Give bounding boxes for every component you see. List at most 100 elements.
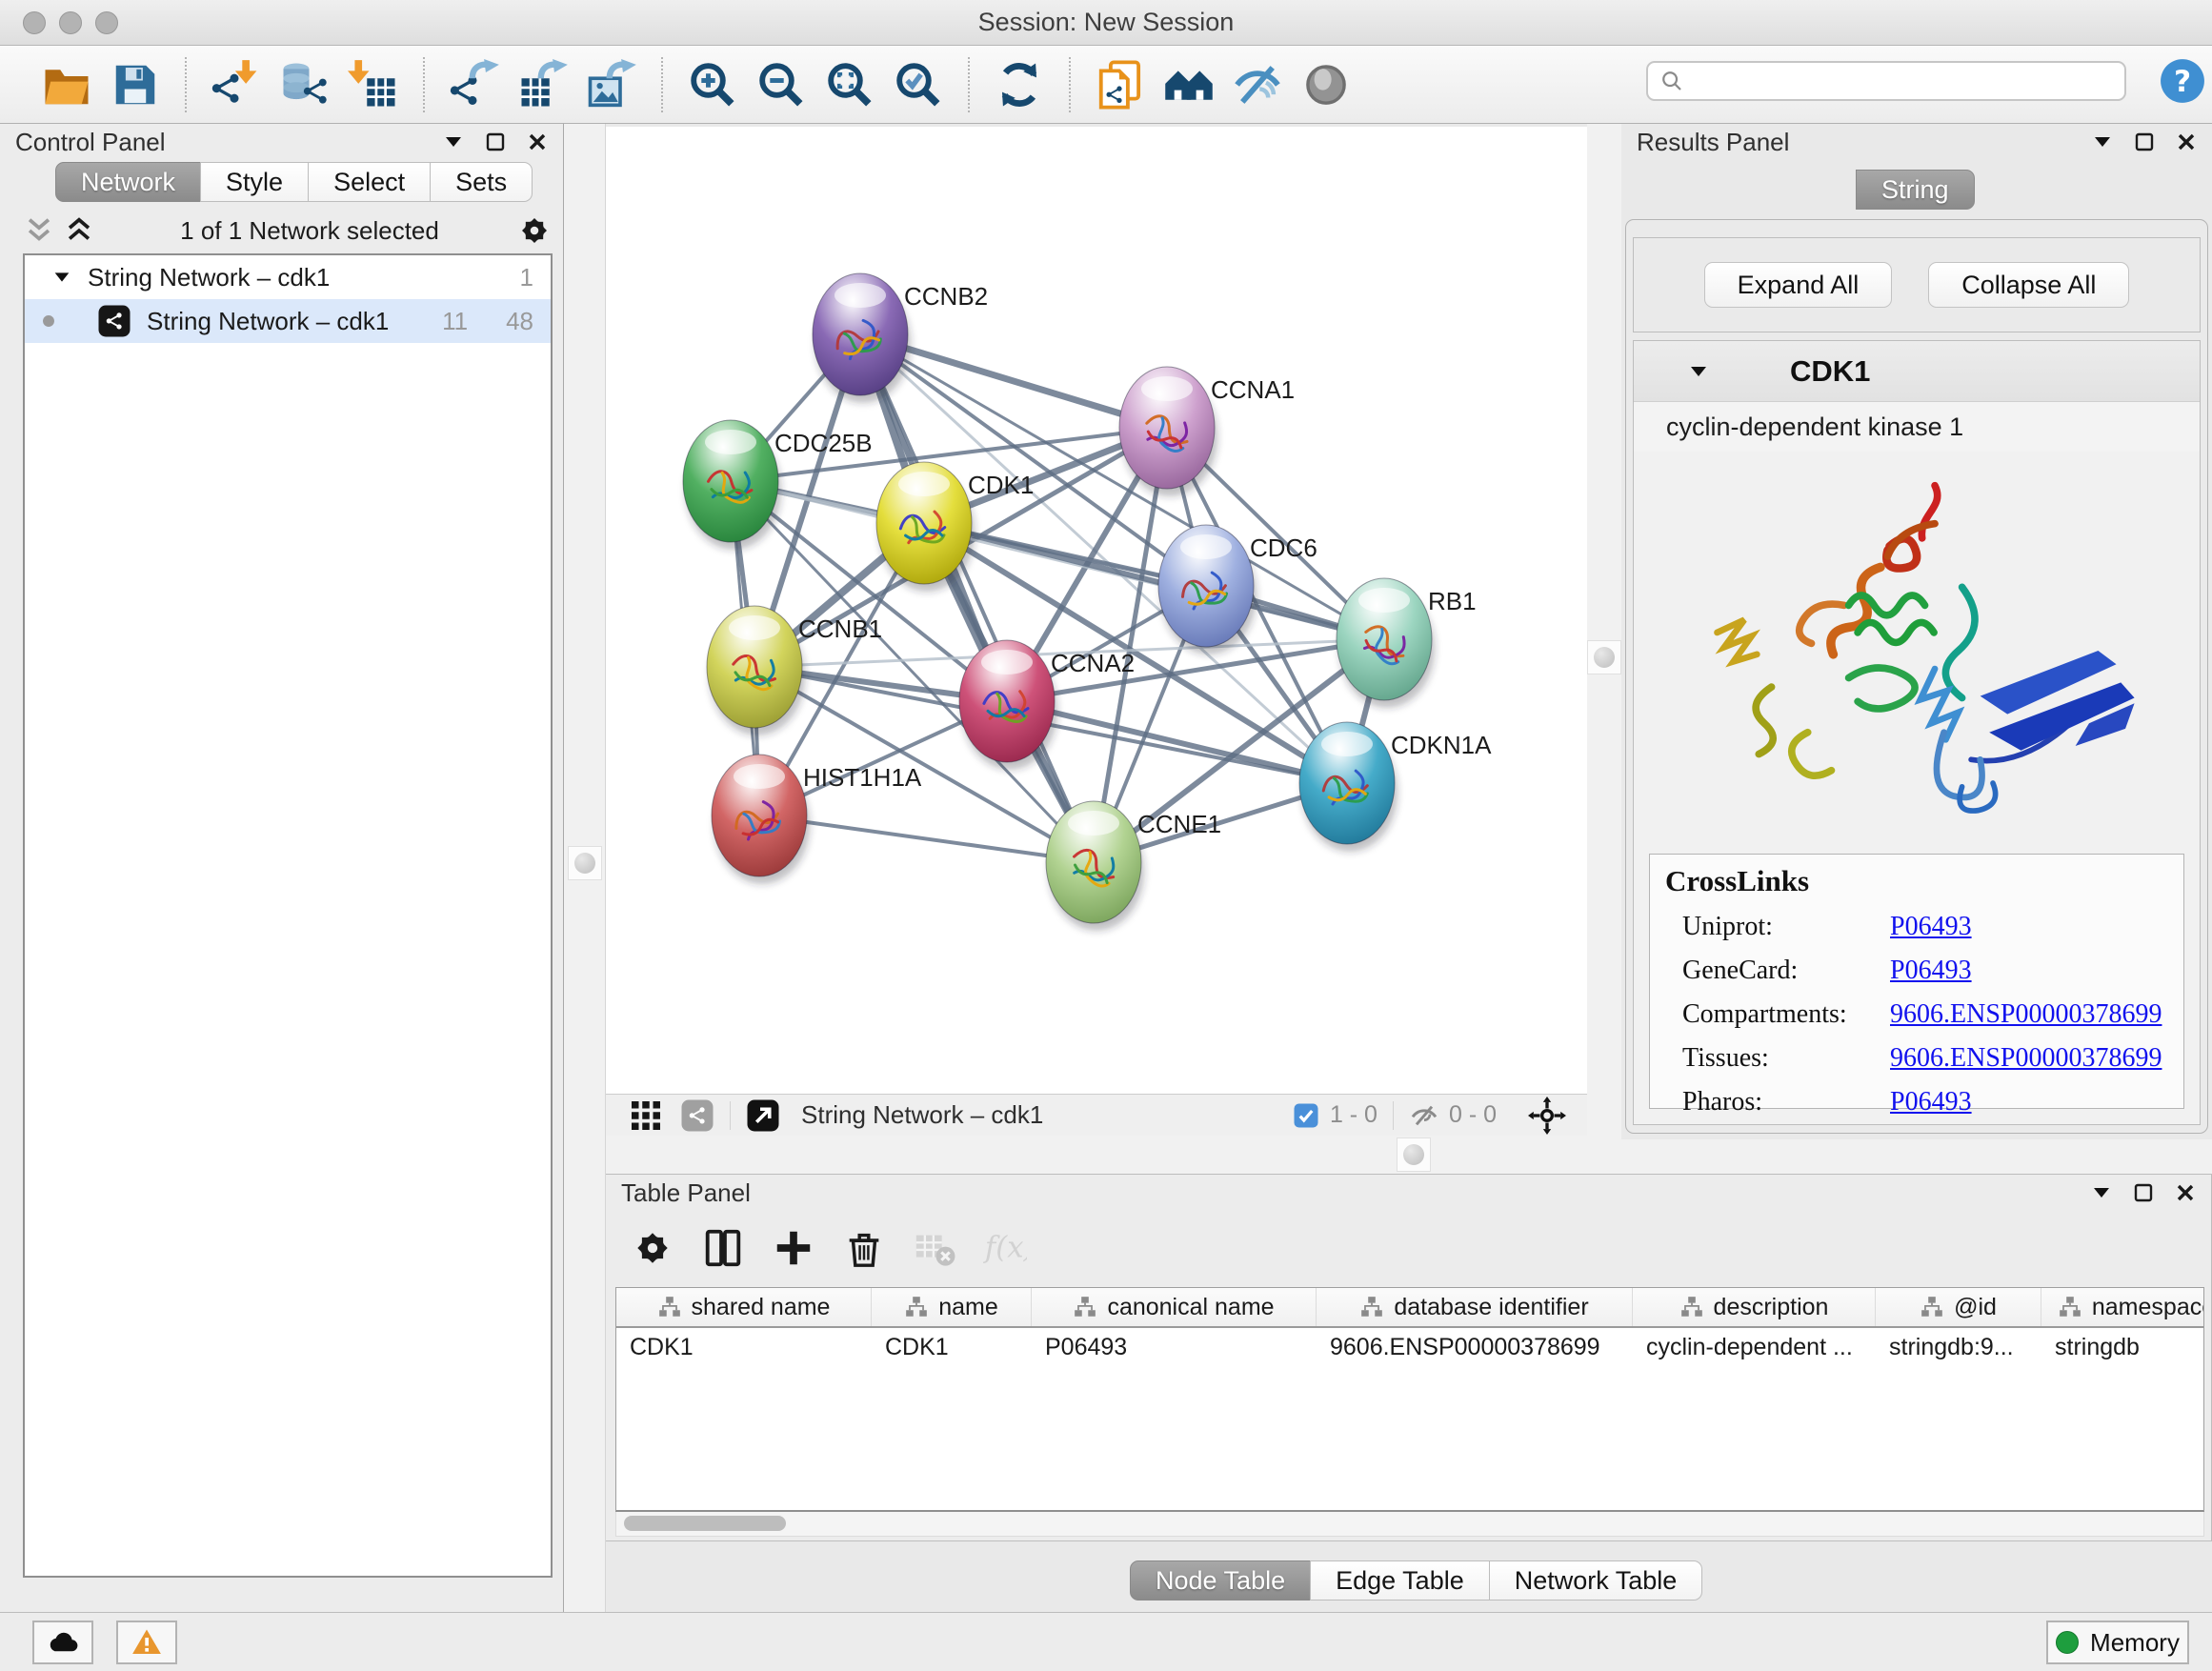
panel-close-icon[interactable] [2173, 1180, 2198, 1205]
crosslink-link[interactable]: P06493 [1890, 956, 1972, 986]
scrollbar-thumb[interactable] [624, 1516, 786, 1531]
memory-button[interactable]: Memory [2046, 1621, 2189, 1664]
crosslink-link[interactable]: 9606.ENSP00000378699 [1890, 999, 2162, 1030]
network-row-selected[interactable]: String Network – cdk1 11 48 [25, 299, 551, 343]
network-node-RB1[interactable]: RB1 [1337, 578, 1477, 708]
open-session-button[interactable] [37, 55, 96, 114]
panel-menu-icon[interactable] [441, 130, 466, 154]
panel-float-icon[interactable] [483, 130, 508, 154]
toggle-columns-button[interactable] [697, 1222, 749, 1274]
network-node-CCNA2[interactable]: CCNA2 [959, 640, 1135, 770]
column-header-shared-name[interactable]: shared name [616, 1288, 872, 1326]
panel-float-icon[interactable] [2132, 130, 2157, 154]
table-settings-button[interactable] [627, 1222, 678, 1274]
table-horizontal-scrollbar[interactable] [615, 1512, 2204, 1537]
table-cell[interactable]: CDK1 [616, 1328, 872, 1366]
crosslink-link[interactable]: P06493 [1890, 912, 1972, 942]
export-table-button[interactable] [513, 55, 573, 114]
network-node-CDC6[interactable]: CDC6 [1158, 525, 1317, 654]
right-splitter-handle[interactable] [1587, 640, 1621, 674]
hidden-eye-icon[interactable] [1409, 1100, 1439, 1131]
network-node-CCNB2[interactable]: CCNB2 [813, 273, 988, 403]
add-column-button[interactable] [768, 1222, 819, 1274]
table-cell[interactable]: stringdb:9... [1876, 1328, 2041, 1366]
zoom-fit-button[interactable] [820, 55, 879, 114]
column-header-@id[interactable]: @id [1876, 1288, 2041, 1326]
horizontal-splitter-handle[interactable] [1397, 1137, 1431, 1172]
tab-string[interactable]: String [1856, 170, 1975, 210]
tab-network-table[interactable]: Network Table [1489, 1560, 1703, 1601]
network-birdseye-icon[interactable] [680, 1098, 714, 1133]
tab-edge-table[interactable]: Edge Table [1310, 1560, 1490, 1601]
panel-menu-icon[interactable] [2089, 1180, 2114, 1205]
string-import-button[interactable] [1091, 55, 1150, 114]
selected-checkbox-icon[interactable] [1292, 1101, 1320, 1130]
network-graph[interactable]: CCNB2CCNA1CDC25BCDK1CDC6RB1CCNB1CCNA2CDK… [606, 127, 1587, 1094]
collapse-all-button[interactable]: Collapse All [1928, 262, 2129, 308]
string-home-button[interactable] [1159, 55, 1218, 114]
crosslink-link[interactable]: 9606.ENSP00000378699 [1890, 1043, 2162, 1074]
right-splitter[interactable] [1587, 124, 1621, 1139]
network-canvas[interactable]: CCNB2CCNA1CDC25BCDK1CDC6RB1CCNB1CCNA2CDK… [606, 127, 1587, 1094]
column-header-database-identifier[interactable]: database identifier [1317, 1288, 1633, 1326]
save-session-button[interactable] [106, 55, 165, 114]
tab-node-table[interactable]: Node Table [1130, 1560, 1311, 1601]
network-collection-row[interactable]: String Network – cdk1 1 [25, 255, 551, 299]
table-cell[interactable]: 9606.ENSP00000378699 [1317, 1328, 1633, 1366]
warnings-button[interactable] [116, 1621, 177, 1664]
tab-network[interactable]: Network [55, 162, 201, 202]
fit-selection-icon[interactable] [1528, 1097, 1566, 1135]
panel-menu-icon[interactable] [2090, 130, 2115, 154]
panel-float-icon[interactable] [2131, 1180, 2156, 1205]
table-row[interactable]: CDK1CDK1P064939606.ENSP00000378699cyclin… [616, 1328, 2203, 1366]
export-network-button[interactable] [445, 55, 504, 114]
table-cell[interactable]: CDK1 [872, 1328, 1032, 1366]
show-glass-button[interactable] [1297, 55, 1356, 114]
network-node-CCNB1[interactable]: CCNB1 [707, 606, 882, 735]
tree-expander-icon[interactable] [51, 267, 72, 288]
refresh-button[interactable] [990, 55, 1049, 114]
import-table-button[interactable] [344, 55, 403, 114]
column-header-name[interactable]: name [872, 1288, 1032, 1326]
table-cell[interactable]: P06493 [1032, 1328, 1317, 1366]
protein-card-header[interactable]: CDK1 [1634, 341, 2200, 402]
column-header-namespace[interactable]: namespace [2041, 1288, 2204, 1326]
network-node-CCNA1[interactable]: CCNA1 [1119, 367, 1295, 496]
import-network-database-button[interactable] [275, 55, 334, 114]
panel-close-icon[interactable] [2174, 130, 2199, 154]
hide-glass-button[interactable] [1228, 55, 1287, 114]
horizontal-splitter[interactable] [606, 1136, 2212, 1174]
network-node-CDK1[interactable]: CDK1 [876, 462, 1034, 592]
network-node-HIST1H1A[interactable]: HIST1H1A [712, 755, 922, 884]
column-header-canonical-name[interactable]: canonical name [1032, 1288, 1317, 1326]
cloud-status-button[interactable] [32, 1621, 93, 1664]
detach-view-icon[interactable] [746, 1098, 780, 1133]
column-header-description[interactable]: description [1633, 1288, 1876, 1326]
tab-sets[interactable]: Sets [430, 162, 533, 202]
panel-close-icon[interactable] [525, 130, 550, 154]
help-button[interactable]: ? [2159, 57, 2206, 105]
network-node-CCNE1[interactable]: CCNE1 [1046, 801, 1221, 931]
expand-all-button[interactable]: Expand All [1704, 262, 1893, 308]
zoom-out-button[interactable] [752, 55, 811, 114]
search-box[interactable] [1646, 61, 2126, 101]
export-image-button[interactable] [582, 55, 641, 114]
show-grid-icon[interactable] [629, 1098, 663, 1133]
collapse-all-networks-icon[interactable] [23, 214, 55, 247]
search-input[interactable] [1692, 68, 2115, 94]
network-node-CDKN1A[interactable]: CDKN1A [1299, 722, 1492, 852]
network-options-gear-icon[interactable] [516, 212, 553, 249]
left-splitter-handle[interactable] [568, 846, 602, 880]
zoom-selected-button[interactable] [889, 55, 948, 114]
delete-column-button[interactable] [838, 1222, 890, 1274]
import-network-file-button[interactable] [207, 55, 266, 114]
left-splitter[interactable] [564, 124, 606, 1612]
tab-style[interactable]: Style [200, 162, 309, 202]
expand-all-networks-icon[interactable] [63, 214, 95, 247]
crosslink-link[interactable]: P06493 [1890, 1087, 1972, 1117]
tab-select[interactable]: Select [308, 162, 431, 202]
protein-expander-icon[interactable] [1687, 360, 1710, 383]
zoom-in-button[interactable] [683, 55, 742, 114]
table-cell[interactable]: cyclin-dependent ... [1633, 1328, 1876, 1366]
table-cell[interactable]: stringdb [2041, 1328, 2204, 1366]
